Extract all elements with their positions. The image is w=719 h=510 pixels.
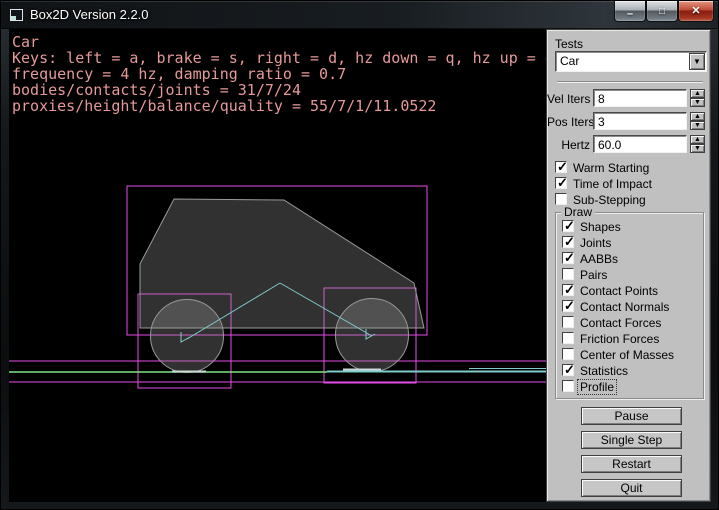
warm-starting-label: Warm Starting [573, 161, 649, 175]
tests-label: Tests [555, 37, 583, 51]
arrow-down-icon: ▼ [694, 99, 701, 106]
sub-stepping-checkbox[interactable] [555, 193, 567, 205]
contact-forces-checkbox[interactable] [562, 316, 574, 328]
pause-button-label: Pause [614, 409, 648, 423]
profile-checkbox[interactable] [562, 380, 574, 392]
vel-iters-down-button[interactable]: ▼ [690, 98, 705, 107]
warm-starting-checkbox[interactable] [555, 161, 567, 173]
car-chassis [140, 199, 424, 328]
contact-forces-label: Contact Forces [580, 316, 661, 330]
joints-label: Joints [580, 236, 611, 250]
pos-iters-value: 3 [598, 115, 605, 129]
chevron-down-icon: ▼ [693, 58, 701, 65]
maximize-button[interactable]: □ [646, 1, 678, 22]
title-bar[interactable]: Box2D Version 2.2.0 – □ ✕ [1, 1, 719, 29]
vel-iters-value: 8 [598, 92, 605, 106]
arrow-down-icon: ▼ [694, 122, 701, 129]
arrow-up-icon: ▲ [694, 113, 701, 120]
pause-button[interactable]: Pause [581, 407, 682, 425]
control-panel: Tests Car ▼ Vel Iters 8 ▲ ▼ Pos Iters 3 … [546, 29, 711, 502]
arrow-up-icon: ▲ [694, 136, 701, 143]
aabbs-label: AABBs [580, 252, 618, 266]
hertz-label: Hertz [547, 138, 590, 152]
friction-forces-label: Friction Forces [580, 332, 659, 346]
quit-button-label: Quit [620, 481, 642, 495]
test-name: Car [12, 34, 546, 50]
profile-label: Profile [578, 380, 616, 394]
pairs-checkbox[interactable] [562, 268, 574, 280]
close-icon: ✕ [691, 6, 700, 17]
app-window: Box2D Version 2.2.0 – □ ✕ [0, 0, 719, 510]
frequency-line: frequency = 4 hz, damping ratio = 0.7 [12, 66, 546, 82]
keys-help: Keys: left = a, brake = s, right = d, hz… [12, 50, 546, 66]
dropdown-arrow-button[interactable]: ▼ [689, 53, 705, 70]
time-of-impact-checkbox[interactable] [555, 177, 567, 189]
proxy-stats-line: proxies/height/balance/quality = 55/7/1/… [12, 98, 546, 114]
vel-iters-up-button[interactable]: ▲ [690, 89, 705, 98]
friction-forces-checkbox[interactable] [562, 332, 574, 344]
vel-iters-row: Vel Iters 8 ▲ ▼ [547, 89, 712, 107]
statistics-label: Statistics [580, 364, 628, 378]
stats-line: bodies/contacts/joints = 31/7/24 [12, 82, 546, 98]
maximize-icon: □ [659, 6, 665, 17]
hertz-field[interactable]: 60.0 [593, 135, 687, 153]
simulation-canvas[interactable]: CarKeys: left = a, brake = s, right = d,… [9, 29, 546, 502]
statistics-checkbox[interactable] [562, 364, 574, 376]
restart-button-label: Restart [612, 457, 651, 471]
app-icon[interactable] [10, 9, 23, 21]
restart-button[interactable]: Restart [581, 455, 682, 473]
close-button[interactable]: ✕ [678, 1, 714, 22]
single-step-button-label: Single Step [601, 433, 662, 447]
test-dropdown-value: Car [560, 54, 579, 68]
vel-iters-field[interactable]: 8 [593, 89, 687, 107]
pos-iters-row: Pos Iters 3 ▲ ▼ [547, 112, 712, 130]
hertz-down-button[interactable]: ▼ [690, 144, 705, 153]
minimize-icon: – [627, 9, 633, 20]
debug-info-text: CarKeys: left = a, brake = s, right = d,… [12, 34, 546, 114]
shapes-checkbox[interactable] [562, 220, 574, 232]
shapes-label: Shapes [580, 220, 621, 234]
pos-iters-down-button[interactable]: ▼ [690, 121, 705, 130]
pos-iters-label: Pos Iters [547, 115, 590, 129]
pos-iters-field[interactable]: 3 [593, 112, 687, 130]
quit-button[interactable]: Quit [581, 479, 682, 497]
joints-checkbox[interactable] [562, 236, 574, 248]
draw-group: Draw Shapes Joints AABBs Pairs Contact P… [555, 212, 704, 399]
single-step-button[interactable]: Single Step [581, 431, 682, 449]
draw-group-label: Draw [561, 205, 595, 219]
hertz-row: Hertz 60.0 ▲ ▼ [547, 135, 712, 153]
vel-iters-label: Vel Iters [547, 92, 590, 106]
time-of-impact-label: Time of Impact [573, 177, 652, 191]
minimize-button[interactable]: – [614, 1, 646, 22]
center-of-masses-checkbox[interactable] [562, 348, 574, 360]
test-dropdown[interactable]: Car ▼ [555, 51, 707, 72]
separator [557, 81, 703, 83]
center-of-masses-label: Center of Masses [580, 348, 674, 362]
pairs-label: Pairs [580, 268, 607, 282]
hertz-value: 60.0 [598, 138, 621, 152]
aabbs-checkbox[interactable] [562, 252, 574, 264]
pos-iters-up-button[interactable]: ▲ [690, 112, 705, 121]
window-title: Box2D Version 2.2.0 [30, 7, 149, 22]
contact-normals-label: Contact Normals [580, 300, 669, 314]
contact-normals-checkbox[interactable] [562, 300, 574, 312]
hertz-up-button[interactable]: ▲ [690, 135, 705, 144]
contact-points-label: Contact Points [580, 284, 658, 298]
arrow-up-icon: ▲ [694, 90, 701, 97]
arrow-down-icon: ▼ [694, 145, 701, 152]
contact-points-checkbox[interactable] [562, 284, 574, 296]
